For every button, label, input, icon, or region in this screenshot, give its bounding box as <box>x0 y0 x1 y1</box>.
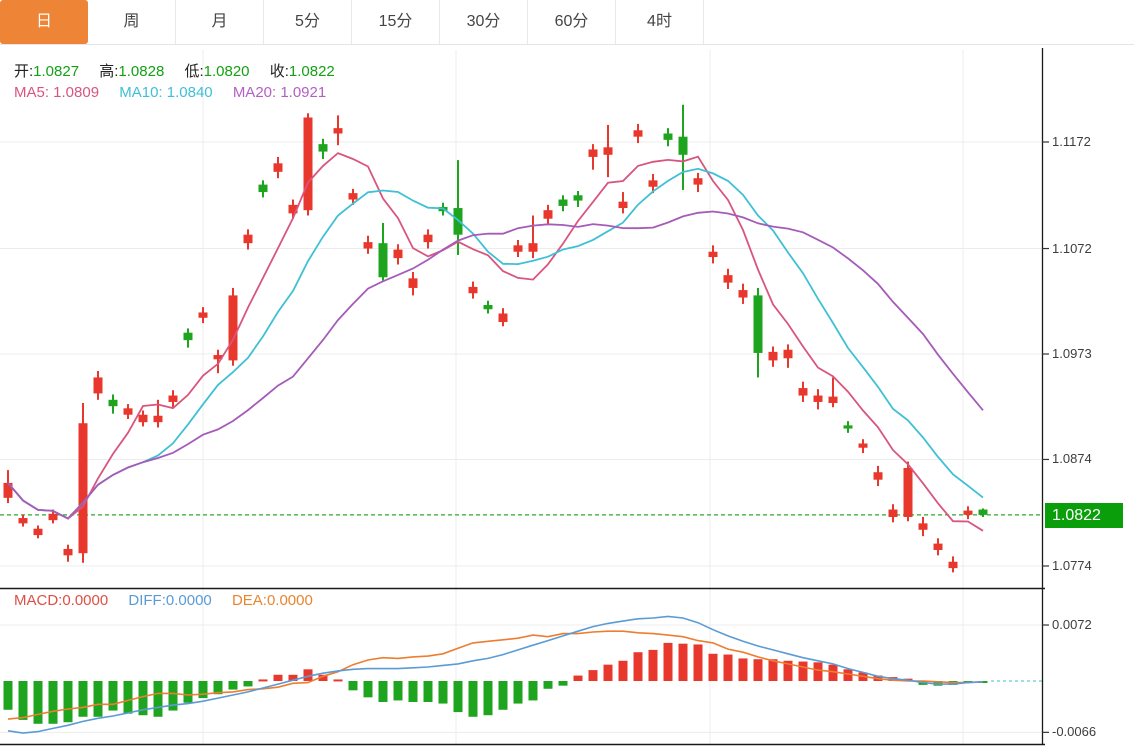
ma10-legend: MA10: 1.0840 <box>119 84 212 101</box>
open-label: 开: <box>14 63 33 80</box>
ma-legend: MA5: 1.0809 MA10: 1.0840 MA20: 1.0921 <box>14 84 326 101</box>
tab-day[interactable]: 日 <box>0 0 88 44</box>
ma5-legend: MA5: 1.0809 <box>14 84 99 101</box>
tab-15min[interactable]: 15分 <box>352 0 440 44</box>
tab-60min[interactable]: 60分 <box>528 0 616 44</box>
price-axis-label: 1.0874 <box>1052 451 1092 466</box>
low-value: 1.0820 <box>204 63 250 80</box>
tab-month[interactable]: 月 <box>176 0 264 44</box>
tab-4hour[interactable]: 4时 <box>616 0 704 44</box>
timeframe-tabbar: 日 周 月 5分 15分 30分 60分 4时 <box>0 0 1134 45</box>
tab-5min[interactable]: 5分 <box>264 0 352 44</box>
last-price-tag: 1.0822 <box>1045 503 1123 528</box>
diff-value-label: DIFF:0.0000 <box>128 592 211 609</box>
macd-axis-label: -0.0066 <box>1052 724 1096 739</box>
ma20-legend: MA20: 1.0921 <box>233 84 326 101</box>
price-axis-label: 1.0774 <box>1052 558 1092 573</box>
close-value: 1.0822 <box>289 63 335 80</box>
low-label: 低: <box>184 63 203 80</box>
macd-legend: MACD:0.0000 DIFF:0.0000 DEA:0.0000 <box>14 592 313 609</box>
tab-week[interactable]: 周 <box>88 0 176 44</box>
price-axis-label: 1.1072 <box>1052 241 1092 256</box>
high-value: 1.0828 <box>118 63 164 80</box>
macd-value-label: MACD:0.0000 <box>14 592 108 609</box>
trading-chart-app: 日 周 月 5分 15分 30分 60分 4时 开:1.0827 高:1.082… <box>0 0 1134 750</box>
price-axis-label: 1.0973 <box>1052 346 1092 361</box>
ohlc-legend: 开:1.0827 高:1.0828 低:1.0820 收:1.0822 <box>14 60 335 81</box>
macd-axis-label: 0.0072 <box>1052 617 1092 632</box>
open-value: 1.0827 <box>33 63 79 80</box>
close-label: 收: <box>270 63 289 80</box>
dea-value-label: DEA:0.0000 <box>232 592 313 609</box>
tab-30min[interactable]: 30分 <box>440 0 528 44</box>
high-label: 高: <box>99 63 118 80</box>
price-axis-label: 1.1172 <box>1052 134 1091 149</box>
candlestick-chart-canvas[interactable] <box>0 0 1134 750</box>
